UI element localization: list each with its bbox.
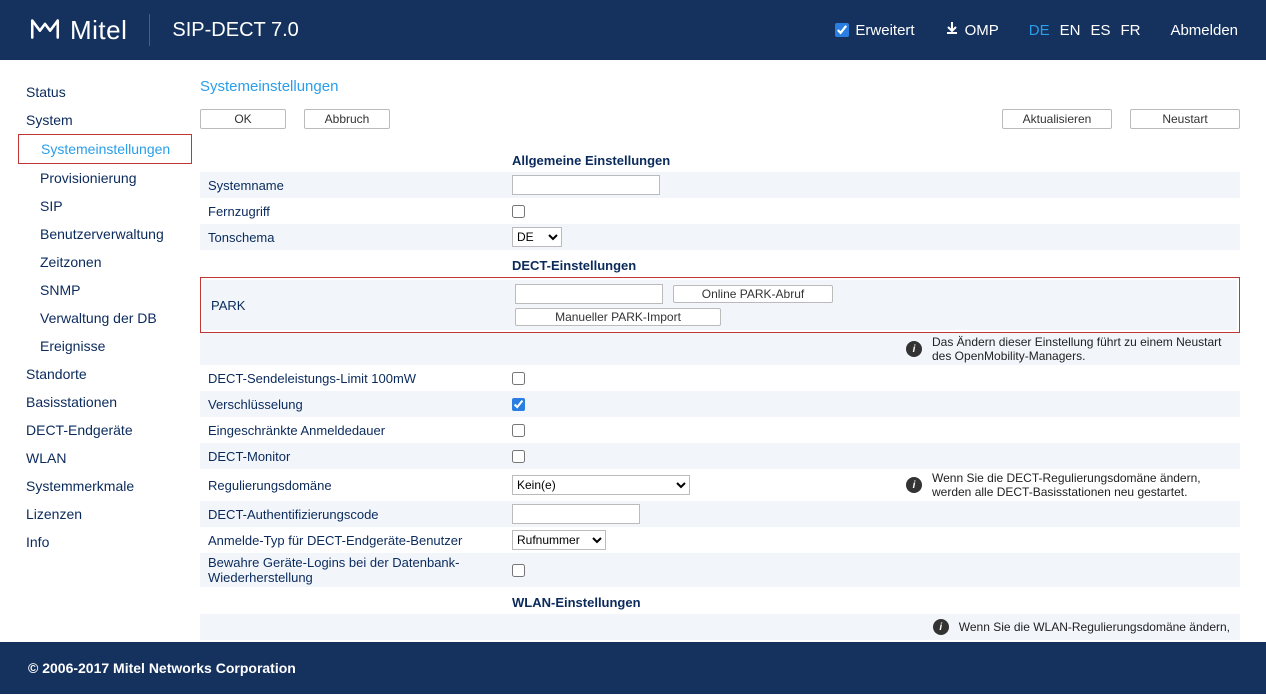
advanced-toggle[interactable]: Erweitert [835,22,914,39]
label-restricted-sub: Eingeschränkte Anmeldedauer [204,423,512,438]
refresh-button[interactable]: Aktualisieren [1002,109,1112,129]
section-general-title: Allgemeine Einstellungen [512,153,1240,168]
advanced-label: Erweitert [855,22,914,39]
sidebar-nav: Status System Systemeinstellungen Provis… [0,60,200,700]
brand-logo: Mitel [28,12,127,49]
nav-provisionierung[interactable]: Provisionierung [26,164,200,192]
top-header: Mitel SIP-DECT 7.0 Erweitert OMP DE EN E… [0,0,1266,60]
row-reg-domain: Regulierungsdomäne Kein(e) i Wenn Sie di… [200,469,1240,501]
label-preserve-logins: Bewahre Geräte-Logins bei der Datenbank-… [204,555,512,585]
nav-systemeinstellungen[interactable]: Systemeinstellungen [27,135,191,163]
row-systemname: Systemname [200,172,1240,198]
header-divider [149,14,150,46]
checkbox-encryption[interactable] [512,398,525,411]
label-auth-code: DECT-Authentifizierungscode [204,507,512,522]
language-switcher: DE EN ES FR [1029,22,1141,39]
park-highlight-box: PARK Online PARK-Abruf Manueller PARK-Im… [200,277,1240,333]
input-park[interactable] [515,284,663,304]
text-wlan-info: Wenn Sie die WLAN-Regulierungsdomäne änd… [959,620,1230,634]
section-wlan-title: WLAN-Einstellungen [512,595,1240,610]
nav-dect-endgeraete[interactable]: DECT-Endgeräte [26,416,200,444]
lang-fr[interactable]: FR [1120,22,1140,39]
text-park-info: Das Ändern dieser Einstellung führt zu e… [932,335,1230,363]
checkbox-tx-limit[interactable] [512,372,525,385]
nav-benutzerverwaltung[interactable]: Benutzerverwaltung [26,220,200,248]
info-icon: i [933,619,949,635]
text-reg-domain-info: Wenn Sie die DECT-Regulierungsdomäne änd… [932,471,1230,499]
label-tone-scheme: Tonschema [204,230,512,245]
lang-de[interactable]: DE [1029,22,1050,39]
button-park-online[interactable]: Online PARK-Abruf [673,285,833,303]
row-remote-access: Fernzugriff [200,198,1240,224]
label-encryption: Verschlüsselung [204,397,512,412]
brand-name: Mitel [70,15,127,46]
label-tx-limit: DECT-Sendeleistungs-Limit 100mW [204,371,512,386]
label-remote-access: Fernzugriff [204,204,512,219]
nav-system[interactable]: System [26,106,200,134]
nav-info[interactable]: Info [26,528,200,556]
checkbox-preserve-logins[interactable] [512,564,525,577]
page-title: Systemeinstellungen [200,78,1240,95]
omp-link[interactable]: OMP [945,21,999,39]
info-icon: i [906,477,922,493]
label-systemname: Systemname [204,178,512,193]
nav-status[interactable]: Status [26,78,200,106]
label-park: PARK [207,284,515,313]
nav-systemmerkmale[interactable]: Systemmerkmale [26,472,200,500]
nav-zeitzonen[interactable]: Zeitzonen [26,248,200,276]
select-reg-domain[interactable]: Kein(e) [512,475,690,495]
nav-standorte[interactable]: Standorte [26,360,200,388]
nav-ereignisse[interactable]: Ereignisse [26,332,200,360]
lang-en[interactable]: EN [1060,22,1081,39]
logout-link[interactable]: Abmelden [1170,22,1238,39]
select-login-type[interactable]: Rufnummer [512,530,606,550]
nav-sip[interactable]: SIP [26,192,200,220]
download-icon [945,21,959,39]
row-auth-code: DECT-Authentifizierungscode [200,501,1240,527]
nav-verwaltung-db[interactable]: Verwaltung der DB [26,304,200,332]
row-encryption: Verschlüsselung [200,391,1240,417]
row-wlan-info: i Wenn Sie die WLAN-Regulierungsdomäne ä… [200,614,1240,640]
toolbar: OK Abbruch Aktualisieren Neustart [200,109,1240,129]
nav-wlan[interactable]: WLAN [26,444,200,472]
label-dect-monitor: DECT-Monitor [204,449,512,464]
input-auth-code[interactable] [512,504,640,524]
select-tone-scheme[interactable]: DE [512,227,562,247]
mitel-logo-icon [28,12,62,49]
section-dect-title: DECT-Einstellungen [512,258,1240,273]
row-dect-monitor: DECT-Monitor [200,443,1240,469]
advanced-checkbox[interactable] [835,23,849,37]
footer: © 2006-2017 Mitel Networks Corporation [0,642,1266,694]
lang-es[interactable]: ES [1090,22,1110,39]
nav-lizenzen[interactable]: Lizenzen [26,500,200,528]
button-park-manual[interactable]: Manueller PARK-Import [515,308,721,326]
row-restricted-sub: Eingeschränkte Anmeldedauer [200,417,1240,443]
row-tx-limit: DECT-Sendeleistungs-Limit 100mW [200,365,1240,391]
nav-highlight: Systemeinstellungen [18,134,192,164]
input-systemname[interactable] [512,175,660,195]
nav-snmp[interactable]: SNMP [26,276,200,304]
cancel-button[interactable]: Abbruch [304,109,390,129]
label-login-type: Anmelde-Typ für DECT-Endgeräte-Benutzer [204,533,512,548]
footer-text: © 2006-2017 Mitel Networks Corporation [28,660,296,676]
app-title: SIP-DECT 7.0 [172,19,298,42]
info-icon: i [906,341,922,357]
row-park-info: i Das Ändern dieser Einstellung führt zu… [200,333,1240,365]
omp-label: OMP [965,22,999,39]
nav-basisstationen[interactable]: Basisstationen [26,388,200,416]
checkbox-restricted-sub[interactable] [512,424,525,437]
row-preserve-logins: Bewahre Geräte-Logins bei der Datenbank-… [200,553,1240,587]
ok-button[interactable]: OK [200,109,286,129]
checkbox-dect-monitor[interactable] [512,450,525,463]
checkbox-remote-access[interactable] [512,205,525,218]
row-tone-scheme: Tonschema DE [200,224,1240,250]
main-content: Systemeinstellungen OK Abbruch Aktualisi… [200,60,1266,700]
label-reg-domain: Regulierungsdomäne [204,478,512,493]
restart-button[interactable]: Neustart [1130,109,1240,129]
row-login-type: Anmelde-Typ für DECT-Endgeräte-Benutzer … [200,527,1240,553]
